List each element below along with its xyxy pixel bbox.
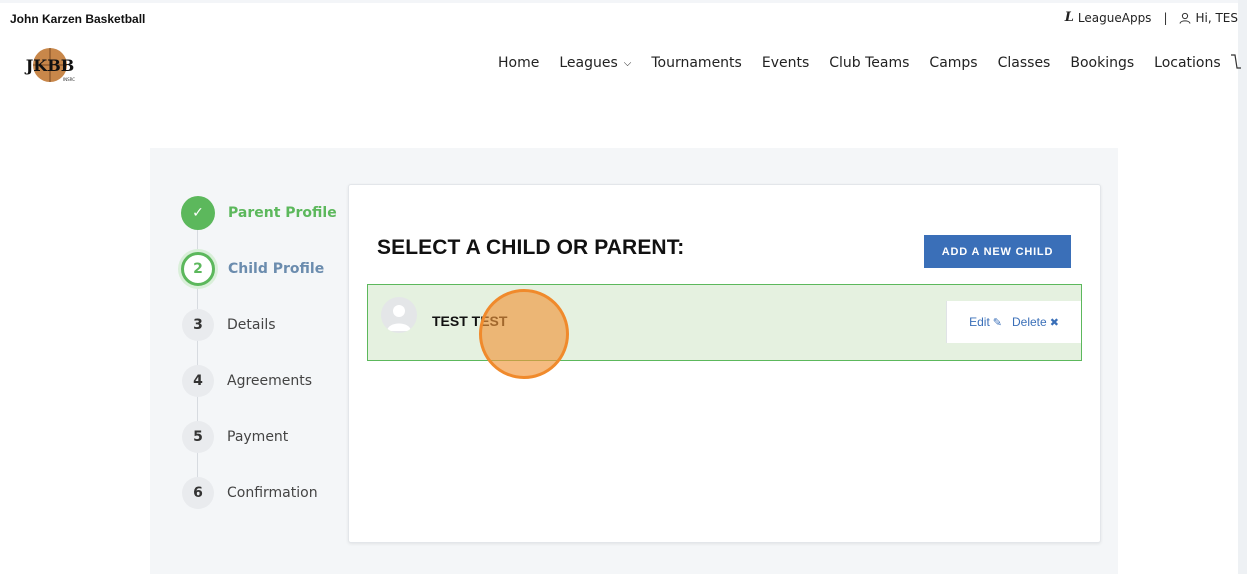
add-new-child-button[interactable]: ADD A NEW CHILD [924,235,1071,268]
step-label: Parent Profile [228,205,337,221]
step-label: Confirmation [227,485,318,501]
user-greeting[interactable]: Hi, TES [1195,11,1238,25]
leagueapps-link[interactable]: LeagueApps [1078,11,1152,25]
step-number: 4 [182,365,214,397]
logo-subtext: INSRC [63,77,75,82]
avatar [381,297,417,333]
step-number: 3 [182,309,214,341]
step-label: Payment [227,429,289,445]
step-label: Agreements [227,373,313,389]
nav-camps[interactable]: Camps [929,55,977,71]
step-payment: 5 Payment [181,420,288,454]
pencil-icon: ✎ [992,316,1002,329]
nav-club-teams[interactable]: Club Teams [829,55,909,71]
leagueapps-icon: L [1064,10,1074,25]
nav-home[interactable]: Home [498,55,539,71]
click-indicator [479,289,569,379]
user-icon [1179,12,1191,24]
delete-label: Delete [1012,315,1047,329]
top-bar: John Karzen Basketball L LeagueApps | Hi… [0,0,1238,37]
nav-locations[interactable]: Locations [1154,55,1221,71]
child-row-actions: Edit ✎ Delete ✖ [946,301,1081,343]
org-name: John Karzen Basketball [10,12,146,26]
nav-bookings[interactable]: Bookings [1070,55,1134,71]
chevron-down-icon: ⌵ [623,57,632,69]
step-number: 2 [181,252,215,286]
jkbb-logo[interactable]: JKBB INSRC [14,44,86,86]
nav-tournaments[interactable]: Tournaments [651,55,741,71]
cart-icon[interactable] [1230,52,1242,76]
step-child-profile[interactable]: 2 Child Profile [181,252,324,286]
nav-events[interactable]: Events [762,55,809,71]
delete-child-button[interactable]: Delete ✖ [1012,315,1059,329]
top-right-links: L LeagueApps | Hi, TES [1065,10,1238,25]
step-details: 3 Details [181,308,276,342]
main-nav: Home Leagues ⌵ Tournaments Events Club T… [498,55,1241,71]
step-parent-profile[interactable]: ✓ Parent Profile [181,196,337,230]
step-number: 5 [182,421,214,453]
close-icon: ✖ [1049,316,1059,329]
logo-text: JKBB [24,56,75,75]
step-agreements: 4 Agreements [181,364,312,398]
top-separator: | [1163,10,1168,25]
person-placeholder-icon [387,305,411,331]
edit-child-button[interactable]: Edit ✎ [969,315,1002,329]
scrollbar-track[interactable] [1238,0,1247,574]
edit-label: Edit [969,315,990,329]
step-label: Child Profile [228,261,325,277]
nav-leagues-label: Leagues [559,55,618,71]
card-title: SELECT A CHILD OR PARENT: [377,236,685,259]
step-label: Details [227,317,276,333]
nav-leagues[interactable]: Leagues ⌵ [559,55,631,71]
step-check-icon: ✓ [181,196,215,230]
step-confirmation: 6 Confirmation [181,476,318,510]
step-number: 6 [182,477,214,509]
nav-classes[interactable]: Classes [998,55,1051,71]
